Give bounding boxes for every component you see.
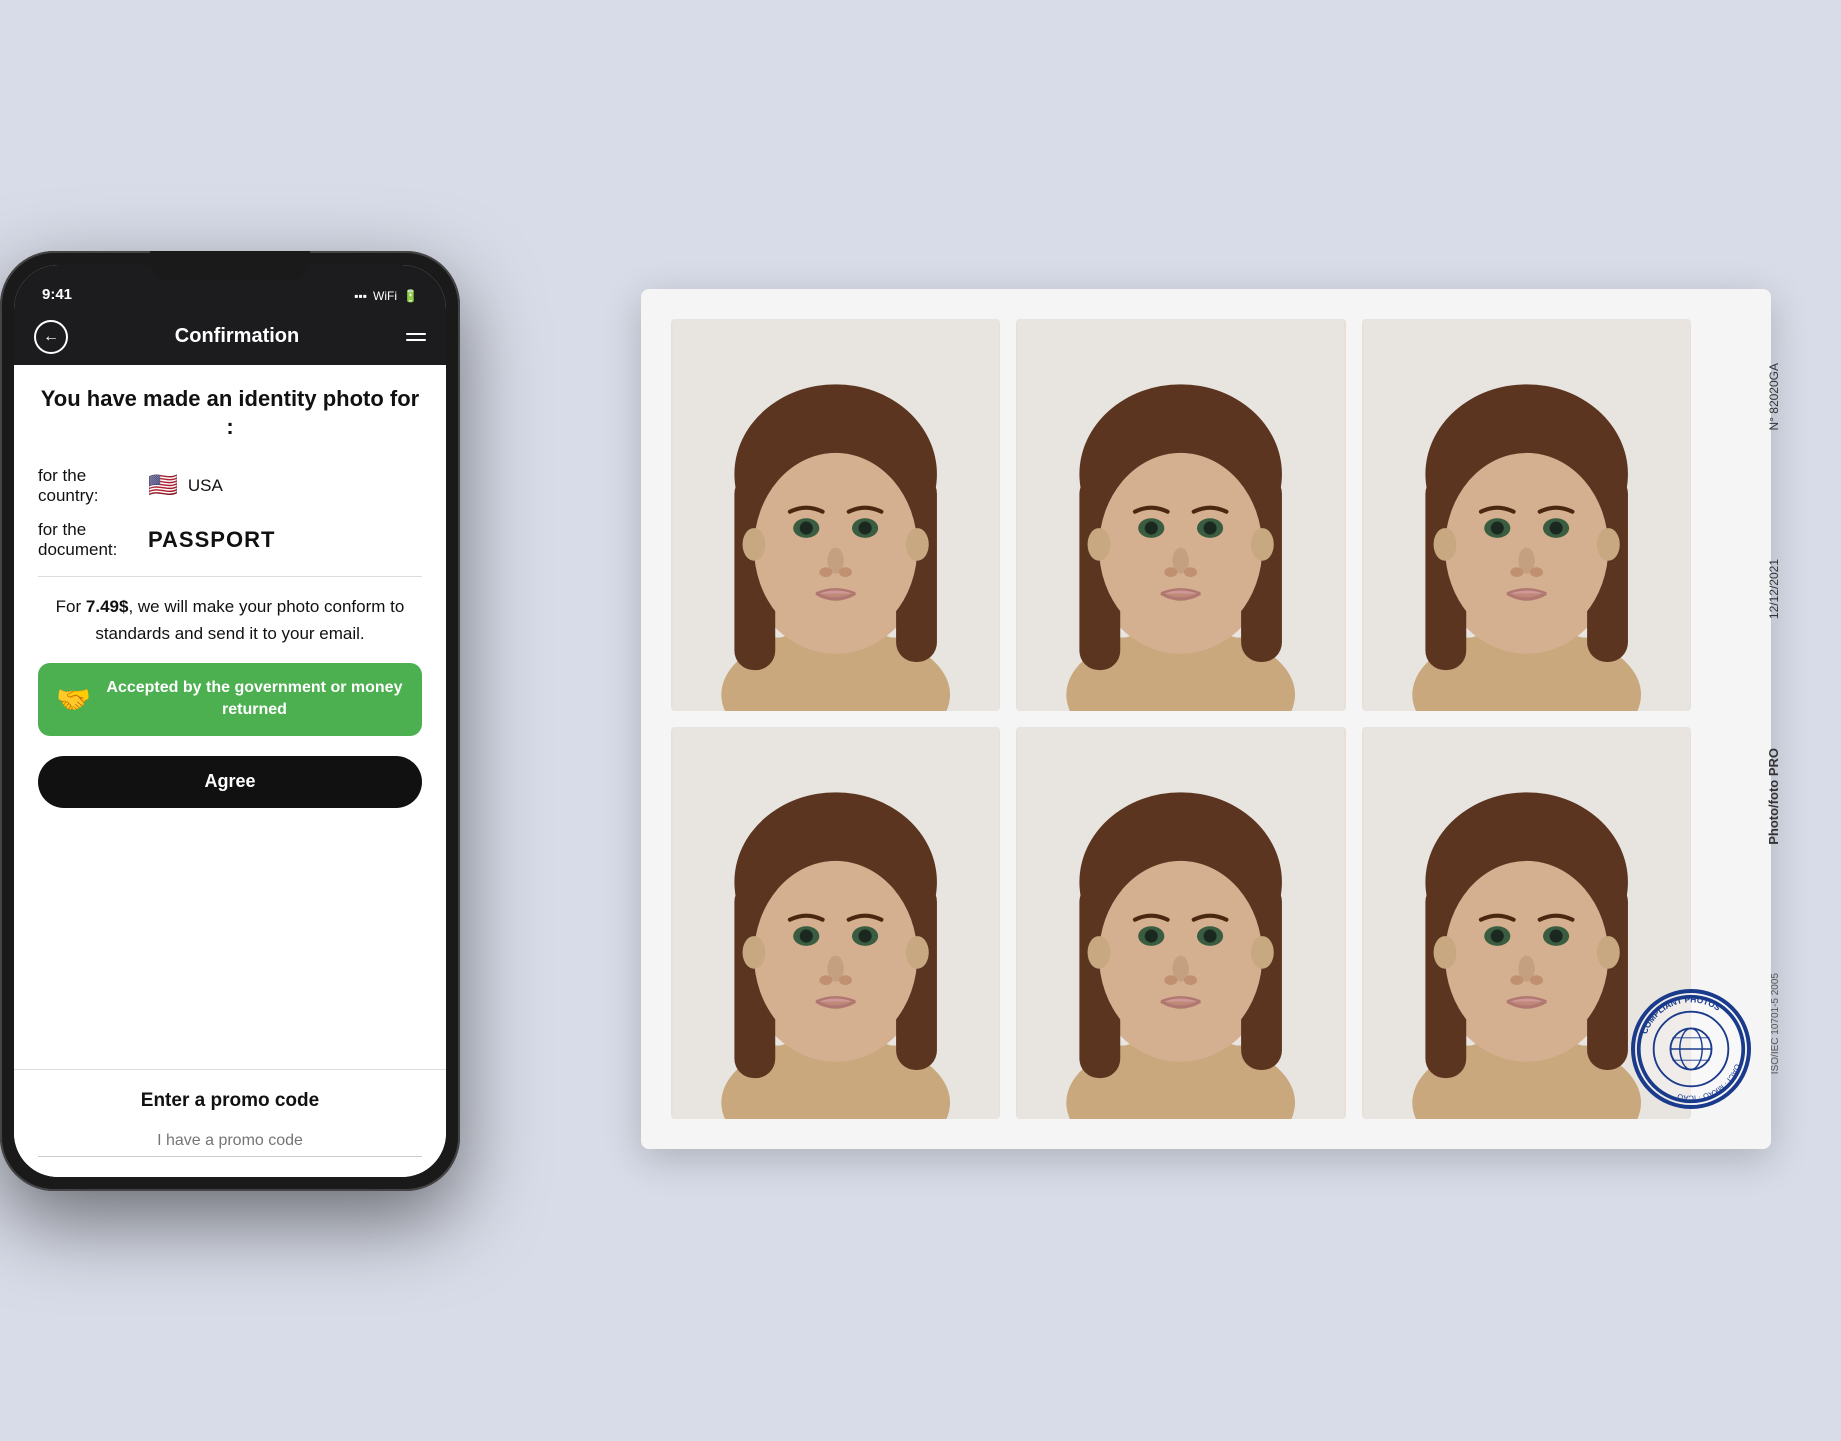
identity-title: You have made an identity photo for : [38,385,422,442]
country-label: for the country: [38,466,148,506]
screen-content: You have made an identity photo for : fo… [14,365,446,1177]
photo-cell-3 [1362,319,1691,711]
photo-cell-4 [671,727,1000,1119]
phone-device: 9:41 ▪▪▪ WiFi 🔋 ← Confirmation [0,251,460,1191]
photo-sheet-wrapper: N° 82020GA 12/12/2021 Photo/foto PRO ISO… [641,289,1841,1189]
content-area: You have made an identity photo for : fo… [14,365,446,1069]
phone-frame: 9:41 ▪▪▪ WiFi 🔋 ← Confirmation [0,251,460,1191]
country-name: USA [188,476,223,496]
menu-line-1 [406,333,426,335]
date-text: 12/12/2021 [1767,559,1781,619]
document-label: for the document: [38,520,148,560]
price-suffix: , we will make your photo conform to sta… [95,597,404,643]
photo-cell-2 [1016,319,1345,711]
flag-icon: 🇺🇸 [148,471,178,500]
phone-screen: 9:41 ▪▪▪ WiFi 🔋 ← Confirmation [14,265,446,1177]
compliance-stamp: COMPLIANT PHOTOS OACI · MKAO · ICAO [1631,989,1751,1109]
photo-label-text: Photo/foto PRO [1766,748,1781,845]
promo-section: Enter a promo code [14,1069,446,1177]
photo-sheet: N° 82020GA 12/12/2021 Photo/foto PRO ISO… [641,289,1771,1149]
status-time: 9:41 [42,286,72,303]
status-icons: ▪▪▪ WiFi 🔋 [354,289,418,303]
price-amount: 7.49$ [86,597,129,616]
back-button[interactable]: ← [34,320,68,354]
nav-bar: ← Confirmation [14,309,446,365]
promo-input[interactable] [38,1126,422,1157]
guarantee-text: Accepted by the government or money retu… [105,677,404,722]
agree-button[interactable]: Agree [38,756,422,808]
promo-title: Enter a promo code [38,1090,422,1112]
back-icon: ← [43,328,59,346]
menu-line-2 [406,339,426,341]
document-row: for the document: PASSPORT [38,520,422,560]
signal-icon: ▪▪▪ [354,289,367,303]
id-number-text: N° 82020GA [1767,363,1781,431]
menu-button[interactable] [406,333,426,341]
document-value: PASSPORT [148,527,275,553]
svg-text:COMPLIANT PHOTOS: COMPLIANT PHOTOS [1639,994,1723,1035]
divider-1 [38,576,422,577]
photo-cell-5 [1016,727,1345,1119]
handshake-icon: 🤝 [56,683,91,716]
battery-icon: 🔋 [403,289,418,303]
phone-notch [150,251,310,281]
photo-cell-1 [671,319,1000,711]
iso-label-text: ISO/IEC 10701-5 2005 [1770,973,1781,1074]
country-value: 🇺🇸 USA [148,471,223,500]
price-description: For 7.49$, we will make your photo confo… [38,593,422,647]
wifi-icon: WiFi [373,289,397,303]
document-name: PASSPORT [148,527,275,553]
guarantee-banner: 🤝 Accepted by the government or money re… [38,663,422,736]
country-row: for the country: 🇺🇸 USA [38,466,422,506]
nav-title: Confirmation [175,325,299,348]
stamp-circle: COMPLIANT PHOTOS OACI · MKAO · ICAO [1631,989,1751,1109]
